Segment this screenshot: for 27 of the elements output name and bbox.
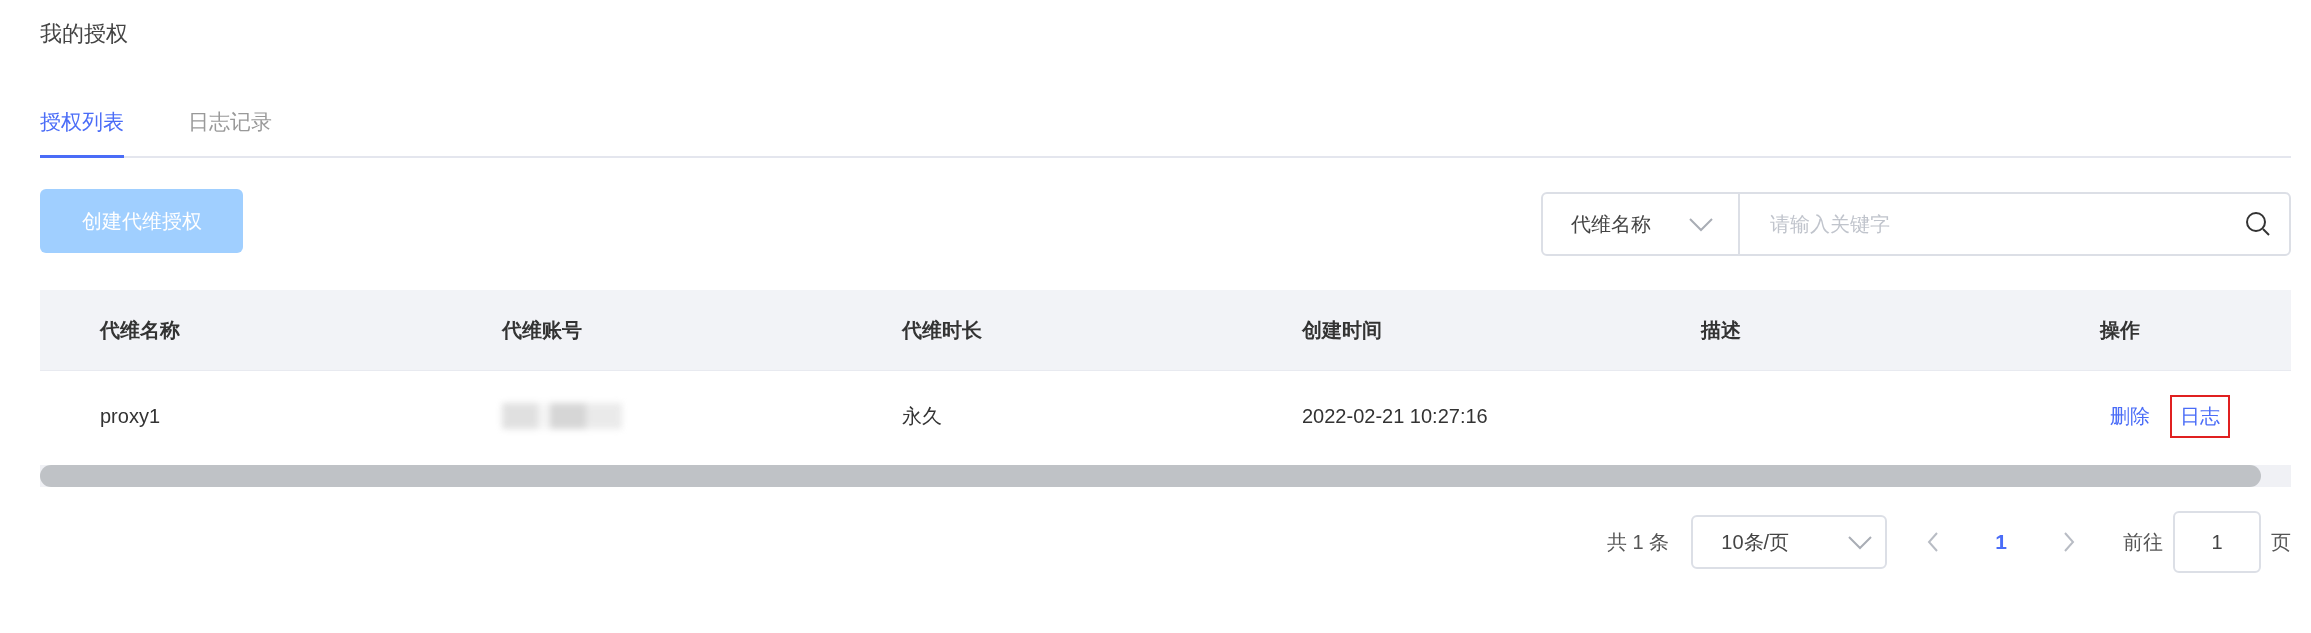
- column-header: 操作: [2100, 317, 2141, 343]
- page-title: 我的授权: [40, 20, 128, 48]
- table-cell-text: proxy1: [100, 404, 162, 428]
- page-suffix: 页: [2271, 529, 2291, 555]
- column-header: 代维时长: [902, 317, 983, 343]
- table-cell-text: 2022-02-21 10:27:16: [1302, 404, 1489, 428]
- search-field[interactable]: 代维名称 请输入关键字: [1541, 192, 2291, 256]
- tab[interactable]: 授权列表: [40, 106, 124, 158]
- chevron-down-icon: [1847, 534, 1874, 550]
- previous-page-icon[interactable]: [1927, 531, 1940, 553]
- search-icon[interactable]: [2245, 211, 2271, 237]
- next-page-icon[interactable]: [2063, 531, 2075, 553]
- column-header: 创建时间: [1302, 317, 1383, 343]
- chevron-down-icon: [1688, 216, 1714, 232]
- action-link[interactable]: 日志: [2170, 394, 2230, 438]
- table-cell-text: 永久: [902, 403, 943, 429]
- total-count: 共 1 条: [1607, 529, 1670, 555]
- page-input[interactable]: 1: [2173, 511, 2261, 573]
- page-size-dropdown[interactable]: 10条/页: [1691, 515, 1888, 569]
- page-number[interactable]: 1: [1989, 529, 2013, 555]
- column-header: 描述: [1701, 317, 1742, 343]
- field-dropdown[interactable]: 代维名称: [1543, 194, 1740, 254]
- goto-label: 前往: [2123, 529, 2163, 555]
- action-link[interactable]: 删除: [2100, 394, 2160, 438]
- column-header: 代维名称: [100, 317, 181, 343]
- tab[interactable]: 日志记录: [188, 106, 272, 158]
- column-header: 代维账号: [502, 317, 583, 343]
